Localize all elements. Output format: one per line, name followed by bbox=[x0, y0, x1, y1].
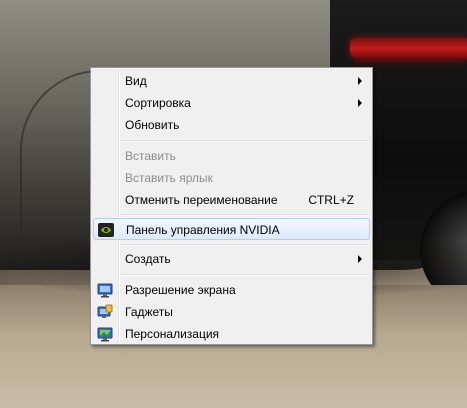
submenu-arrow-icon bbox=[358, 99, 362, 107]
menu-item-gadgets[interactable]: Гаджеты bbox=[93, 301, 370, 323]
menu-item-label: Панель управления NVIDIA bbox=[126, 223, 280, 237]
menu-item-paste[interactable]: Вставить bbox=[93, 145, 370, 167]
submenu-arrow-icon bbox=[358, 77, 362, 85]
menu-item-screen-resolution[interactable]: Разрешение экрана bbox=[93, 279, 370, 301]
menu-item-shortcut: CTRL+Z bbox=[308, 193, 354, 207]
menu-item-sort[interactable]: Сортировка bbox=[93, 92, 370, 114]
menu-item-paste-shortcut[interactable]: Вставить ярлык bbox=[93, 167, 370, 189]
menu-item-new[interactable]: Создать bbox=[93, 248, 370, 270]
monitor-icon bbox=[97, 282, 113, 298]
menu-item-label: Обновить bbox=[125, 118, 180, 132]
menu-separator bbox=[121, 214, 370, 216]
menu-item-label: Разрешение экрана bbox=[125, 283, 236, 297]
menu-item-label: Вид bbox=[125, 74, 147, 88]
menu-item-label: Создать bbox=[125, 252, 171, 266]
gadgets-icon bbox=[97, 304, 113, 320]
menu-separator bbox=[121, 140, 370, 142]
menu-item-label: Персонализация bbox=[125, 327, 220, 341]
menu-item-label: Гаджеты bbox=[125, 305, 173, 319]
menu-separator bbox=[121, 274, 370, 276]
menu-item-nvidia-control-panel[interactable]: Панель управления NVIDIA bbox=[93, 218, 370, 240]
menu-item-label: Сортировка bbox=[125, 96, 191, 110]
menu-separator bbox=[121, 244, 370, 246]
wallpaper-tail-light bbox=[350, 38, 467, 60]
nvidia-icon bbox=[98, 222, 114, 238]
desktop-context-menu: Вид Сортировка Обновить Вставить Вставит… bbox=[90, 67, 373, 345]
menu-item-refresh[interactable]: Обновить bbox=[93, 114, 370, 136]
menu-item-view[interactable]: Вид bbox=[93, 70, 370, 92]
submenu-arrow-icon bbox=[358, 255, 362, 263]
menu-item-undo-rename[interactable]: Отменить переименование CTRL+Z bbox=[93, 189, 370, 211]
personalize-icon bbox=[97, 326, 113, 342]
menu-item-personalize[interactable]: Персонализация bbox=[93, 323, 370, 345]
menu-item-label: Вставить ярлык bbox=[125, 171, 213, 185]
menu-item-label: Отменить переименование bbox=[125, 193, 278, 207]
menu-item-label: Вставить bbox=[125, 149, 176, 163]
